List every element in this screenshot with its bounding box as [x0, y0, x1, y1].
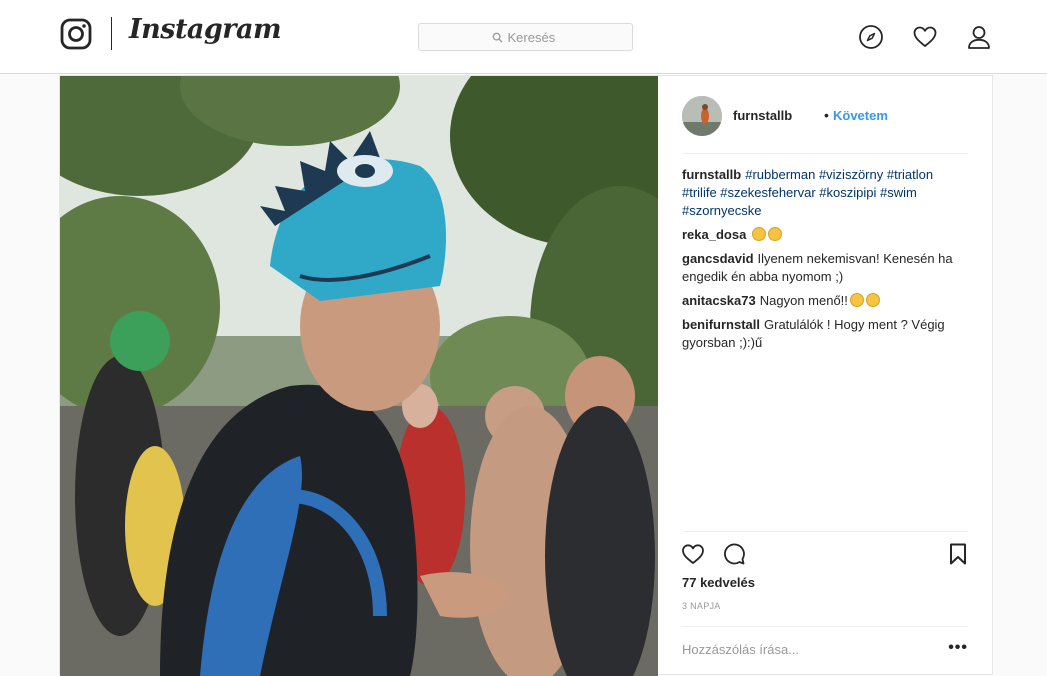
user-icon[interactable] [966, 24, 992, 50]
bookmark-icon[interactable] [946, 542, 970, 566]
more-options-button[interactable]: ••• [948, 639, 968, 657]
comment-item: gancsdavid Ilyenem nekemisvan! Kenesén ha… [682, 250, 968, 286]
author-username[interactable]: furnstallb [733, 108, 792, 123]
comment-item: anitacska73 Nagyon menő!! [682, 292, 968, 310]
comment-username[interactable]: gancsdavid [682, 251, 754, 266]
comment-bubble-icon[interactable] [722, 542, 746, 566]
post-timestamp[interactable]: 3 NAPJA [682, 601, 721, 611]
kissing-emoji-icon [768, 227, 783, 241]
grinning-emoji-icon [849, 293, 864, 307]
heart-eyes-emoji-icon [752, 227, 767, 241]
caption-username[interactable]: furnstallb [682, 167, 741, 182]
follow-button[interactable]: Követem [833, 108, 888, 123]
post-header: furnstallb • Követem [682, 96, 968, 154]
comment-input[interactable] [682, 642, 922, 657]
logo-divider [111, 17, 112, 50]
caption: furnstallb #rubberman #viziszörny #triatl… [682, 166, 968, 220]
like-heart-icon[interactable] [681, 542, 705, 566]
instagram-wordmark[interactable]: Instagram [129, 14, 282, 45]
instagram-logo-icon[interactable] [60, 18, 92, 50]
separator-dot: • [824, 107, 829, 123]
comment-username[interactable]: reka_dosa [682, 227, 746, 242]
comment-username[interactable]: benifurnstall [682, 317, 760, 332]
post-sidebar: furnstallb • Követem furnstallb #rubberma… [658, 76, 994, 676]
search-input[interactable] [507, 29, 560, 45]
post-photo-illustration [60, 76, 658, 676]
comment-username[interactable]: anitacska73 [682, 293, 756, 308]
comment-text: Nagyon menő!! [759, 293, 848, 308]
add-comment-bar: ••• [682, 626, 968, 676]
post-photo[interactable] [60, 76, 658, 676]
heart-icon[interactable] [912, 24, 938, 50]
search-icon [492, 32, 503, 43]
top-navbar: Instagram [0, 0, 1047, 74]
grinning-emoji-icon [865, 293, 880, 307]
comment-item: benifurnstall Gratulálók ! Hogy ment ? Vé… [682, 316, 968, 352]
comments-list: furnstallb #rubberman #viziszörny #triatl… [682, 166, 968, 358]
avatar-image [682, 96, 722, 136]
comment-item: reka_dosa [682, 226, 968, 244]
search-box[interactable] [418, 23, 633, 51]
post-card: furnstallb • Követem furnstallb #rubberma… [59, 75, 994, 676]
avatar[interactable] [682, 96, 722, 136]
likes-count[interactable]: 77 kedvelés [682, 575, 755, 590]
actions-divider [682, 531, 968, 532]
compass-icon[interactable] [858, 24, 884, 50]
